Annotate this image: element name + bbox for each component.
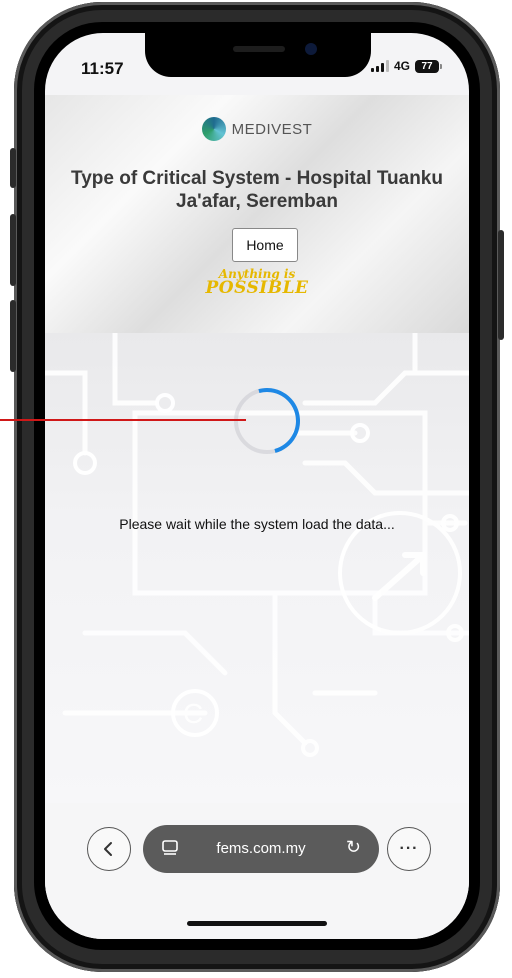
url-text: fems.com.my	[216, 840, 306, 857]
more-button[interactable]: ···	[387, 827, 431, 871]
svg-text:C: C	[183, 698, 203, 729]
phone-screen: 11:57 4G 77 MEDIVEST Type of Critical Sy…	[45, 33, 469, 939]
logo-mark-icon	[201, 117, 226, 141]
side-button-right	[498, 230, 504, 340]
camera	[305, 43, 317, 55]
notch	[145, 33, 371, 77]
address-bar[interactable]: fems.com.my ↻	[143, 825, 379, 873]
loading-area: C Please wait while the system load the …	[45, 333, 469, 803]
status-time: 11:57	[81, 59, 124, 78]
medivest-logo: MEDIVEST	[45, 117, 469, 141]
page-header: MEDIVEST Type of Critical System - Hospi…	[45, 95, 469, 333]
home-button[interactable]: Home	[232, 228, 298, 262]
network-type: 4G	[393, 59, 410, 73]
reload-icon[interactable]: ↻	[346, 837, 361, 858]
slogan-logo: Anything is POSSIBLE	[45, 267, 469, 298]
speaker	[233, 46, 285, 52]
home-indicator[interactable]	[187, 921, 327, 926]
page-title: Type of Critical System - Hospital Tuank…	[71, 168, 443, 212]
battery-level: 77	[421, 60, 433, 72]
slogan-line-2: POSSIBLE	[205, 278, 309, 298]
more-icon: ···	[399, 840, 419, 857]
side-button-left-3	[10, 300, 16, 372]
side-button-left-1	[10, 148, 16, 188]
loading-message: Please wait while the system load the da…	[119, 516, 395, 532]
chevron-left-icon	[104, 842, 112, 856]
browser-toolbar: fems.com.my ↻ ···	[45, 823, 469, 879]
status-indicators: 4G 77	[370, 59, 442, 73]
signal-icon	[370, 60, 389, 72]
battery-icon: 77	[415, 59, 442, 73]
annotation-line	[0, 419, 246, 421]
logo-text: MEDIVEST	[231, 120, 313, 138]
side-button-left-2	[10, 214, 16, 286]
back-button[interactable]	[87, 827, 131, 871]
